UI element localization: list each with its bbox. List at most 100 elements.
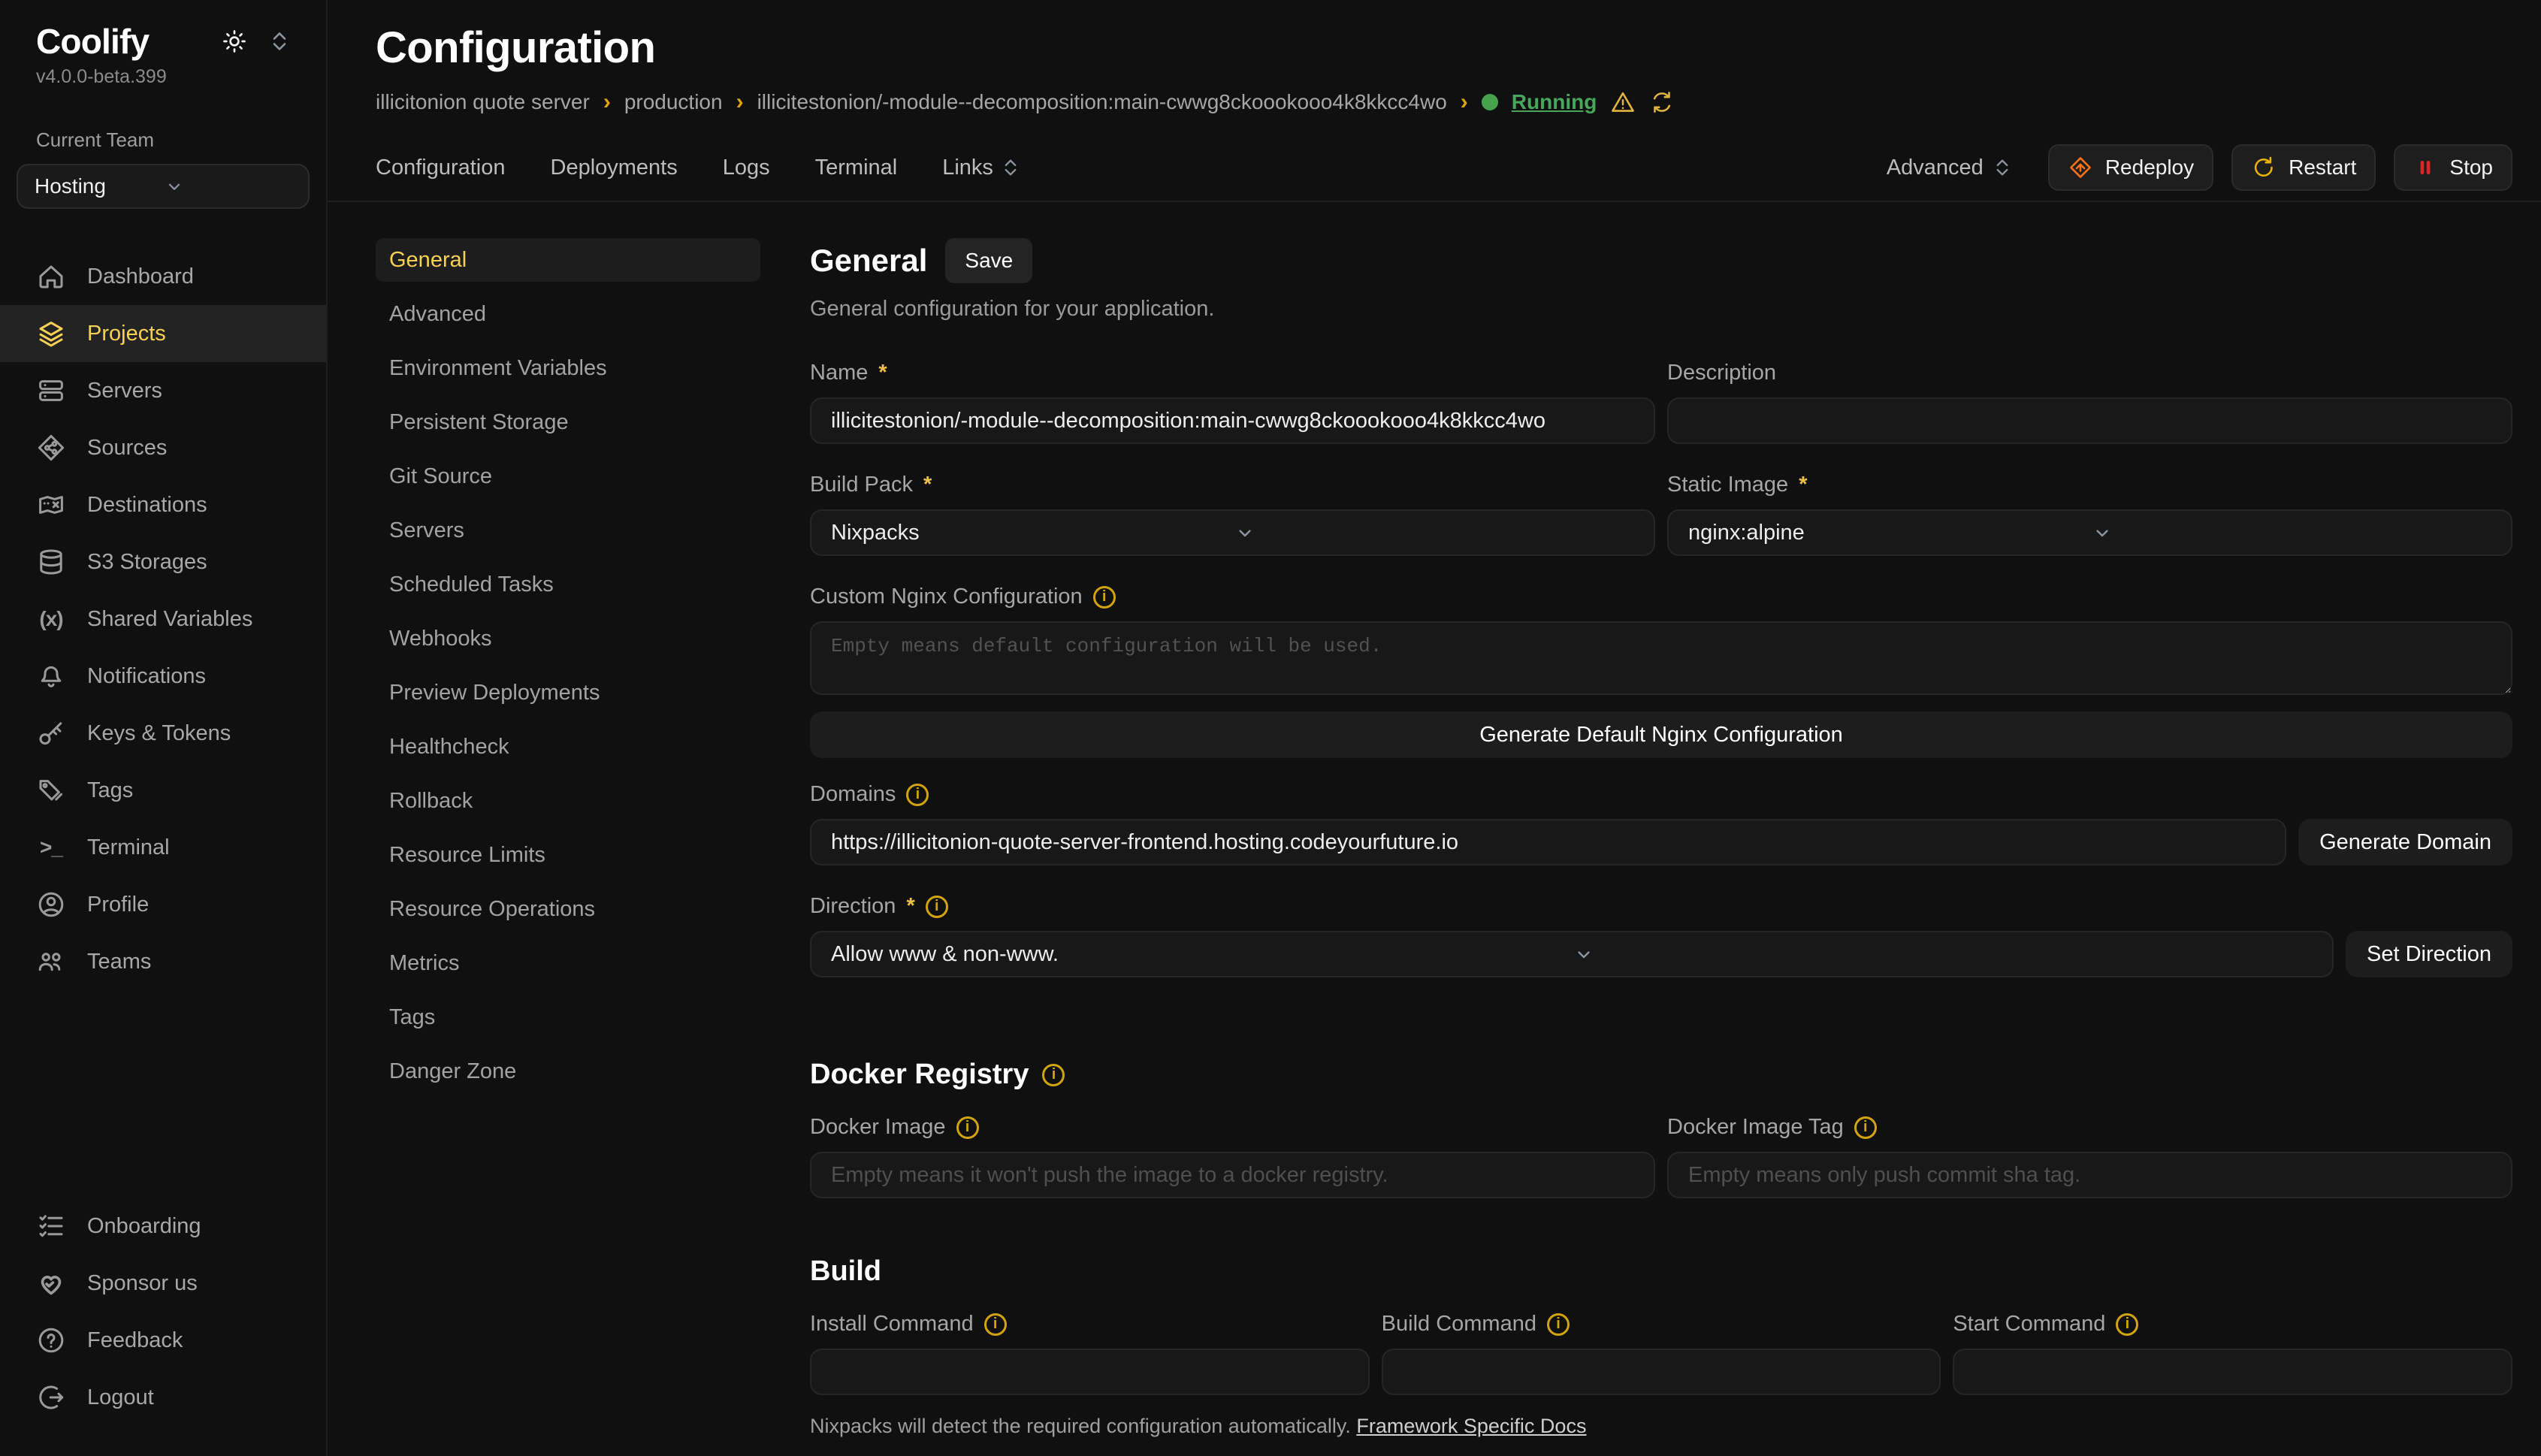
direction-select[interactable]: Allow www & non-www. [810, 931, 2334, 977]
sidebar-item-projects[interactable]: Projects [0, 305, 326, 362]
subnav-item-scheduled-tasks[interactable]: Scheduled Tasks [376, 563, 760, 606]
chevron-right-icon: › [603, 91, 611, 113]
redeploy-button[interactable]: Redeploy [2048, 144, 2213, 191]
destinations-icon [36, 490, 66, 520]
tab-bar: Configuration Deployments Logs Terminal … [328, 134, 2541, 202]
subnav-item-resource-limits[interactable]: Resource Limits [376, 833, 760, 877]
tab-configuration[interactable]: Configuration [376, 156, 506, 180]
advanced-label: Advanced [1887, 156, 1984, 180]
save-button[interactable]: Save [945, 238, 1032, 283]
subnav-item-general[interactable]: General [376, 238, 760, 282]
sidebar-collapse-icon[interactable] [269, 29, 290, 53]
tab-logs[interactable]: Logs [723, 156, 770, 180]
tab-deployments[interactable]: Deployments [551, 156, 678, 180]
docker-registry-header: Docker Registry [810, 1059, 2512, 1091]
framework-docs-link[interactable]: Framework Specific Docs [1356, 1415, 1586, 1437]
subnav-item-rollback[interactable]: Rollback [376, 779, 760, 823]
name-input[interactable] [810, 397, 1655, 444]
info-icon[interactable] [1042, 1064, 1065, 1086]
required-asterisk: * [906, 894, 914, 919]
subnav-item-servers[interactable]: Servers [376, 509, 760, 552]
sidebar-item-label: Notifications [87, 664, 206, 689]
info-icon[interactable] [906, 784, 929, 806]
settings-subnav: General Advanced Environment Variables P… [376, 238, 760, 1456]
status-dot [1482, 94, 1498, 110]
sidebar-item-sponsor[interactable]: Sponsor us [0, 1255, 326, 1312]
sidebar-item-profile[interactable]: Profile [0, 876, 326, 933]
sidebar-item-teams[interactable]: Teams [0, 933, 326, 990]
build-pack-select[interactable]: Nixpacks [810, 509, 1655, 556]
generate-nginx-button[interactable]: Generate Default Nginx Configuration [810, 711, 2512, 758]
info-icon[interactable] [1854, 1116, 1877, 1139]
team-select[interactable]: Hosting [17, 164, 310, 209]
required-asterisk: * [923, 473, 932, 497]
info-icon[interactable] [1547, 1313, 1570, 1336]
current-team-label: Current Team [0, 128, 326, 152]
refresh-icon[interactable] [1649, 89, 1675, 115]
docker-image-input[interactable] [810, 1152, 1655, 1198]
stop-button[interactable]: Stop [2394, 144, 2512, 191]
sidebar-item-destinations[interactable]: Destinations [0, 476, 326, 533]
theme-sun-icon[interactable] [221, 28, 248, 55]
domains-input[interactable] [810, 819, 2286, 865]
start-command-input[interactable] [1953, 1349, 2512, 1395]
subnav-item-healthcheck[interactable]: Healthcheck [376, 725, 760, 769]
subnav-item-resource-operations[interactable]: Resource Operations [376, 887, 760, 931]
sidebar-item-s3-storages[interactable]: S3 Storages [0, 533, 326, 591]
generate-domain-button[interactable]: Generate Domain [2298, 819, 2512, 865]
breadcrumb-project[interactable]: illicitonion quote server [376, 90, 590, 114]
docker-image-field-group: Docker Image [810, 1115, 1655, 1198]
sidebar-item-dashboard[interactable]: Dashboard [0, 248, 326, 305]
sidebar-bottom-menu: Onboarding Sponsor us Feedback Logout [0, 1198, 326, 1426]
info-icon[interactable] [1093, 586, 1116, 609]
sidebar-item-logout[interactable]: Logout [0, 1369, 326, 1426]
sidebar-item-servers[interactable]: Servers [0, 362, 326, 419]
restart-button[interactable]: Restart [2231, 144, 2376, 191]
info-icon[interactable] [984, 1313, 1007, 1336]
sidebar-item-tags[interactable]: Tags [0, 762, 326, 819]
build-section-header: Build [810, 1255, 2512, 1288]
install-command-input[interactable] [810, 1349, 1370, 1395]
description-label: Description [1667, 361, 1776, 385]
advanced-dropdown[interactable]: Advanced [1887, 156, 2012, 180]
description-input[interactable] [1667, 397, 2512, 444]
tab-links[interactable]: Links [942, 156, 1020, 180]
restart-icon [2251, 155, 2277, 180]
chevron-down-icon [2090, 521, 2492, 545]
subnav-item-webhooks[interactable]: Webhooks [376, 617, 760, 660]
status-badge[interactable]: Running [1512, 90, 1597, 114]
docker-image-tag-input[interactable] [1667, 1152, 2512, 1198]
subnav-item-environment-variables[interactable]: Environment Variables [376, 346, 760, 390]
subnav-item-metrics[interactable]: Metrics [376, 941, 760, 985]
info-icon[interactable] [2116, 1313, 2138, 1336]
breadcrumb-application[interactable]: illicitestonion/-module--decomposition:m… [757, 90, 1447, 114]
subnav-item-persistent-storage[interactable]: Persistent Storage [376, 400, 760, 444]
header-actions: Advanced Redeploy Restart [1887, 144, 2512, 191]
subnav-item-preview-deployments[interactable]: Preview Deployments [376, 671, 760, 714]
tab-terminal[interactable]: Terminal [815, 156, 898, 180]
sidebar-item-terminal[interactable]: >_ Terminal [0, 819, 326, 876]
sidebar-item-shared-variables[interactable]: (x) Shared Variables [0, 591, 326, 648]
sidebar-item-notifications[interactable]: Notifications [0, 648, 326, 705]
sidebar-item-label: Tags [87, 778, 133, 803]
build-command-input[interactable] [1382, 1349, 1941, 1395]
sidebar-item-keys-tokens[interactable]: Keys & Tokens [0, 705, 326, 762]
warning-icon[interactable] [1610, 89, 1636, 115]
subnav-item-git-source[interactable]: Git Source [376, 455, 760, 498]
set-direction-button[interactable]: Set Direction [2346, 931, 2512, 977]
section-subtitle: General configuration for your applicati… [810, 297, 2512, 322]
breadcrumb-environment[interactable]: production [624, 90, 723, 114]
subnav-item-danger-zone[interactable]: Danger Zone [376, 1050, 760, 1093]
info-icon[interactable] [926, 896, 948, 918]
sidebar-item-onboarding[interactable]: Onboarding [0, 1198, 326, 1255]
sidebar-item-sources[interactable]: Sources [0, 419, 326, 476]
heart-icon [36, 1268, 66, 1298]
nginx-config-textarea[interactable] [810, 621, 2512, 695]
configuration-body: General Advanced Environment Variables P… [328, 202, 2541, 1456]
subnav-item-tags[interactable]: Tags [376, 995, 760, 1039]
layers-icon [36, 319, 66, 349]
subnav-item-advanced[interactable]: Advanced [376, 292, 760, 336]
info-icon[interactable] [956, 1116, 979, 1139]
static-image-select[interactable]: nginx:alpine [1667, 509, 2512, 556]
sidebar-item-feedback[interactable]: Feedback [0, 1312, 326, 1369]
